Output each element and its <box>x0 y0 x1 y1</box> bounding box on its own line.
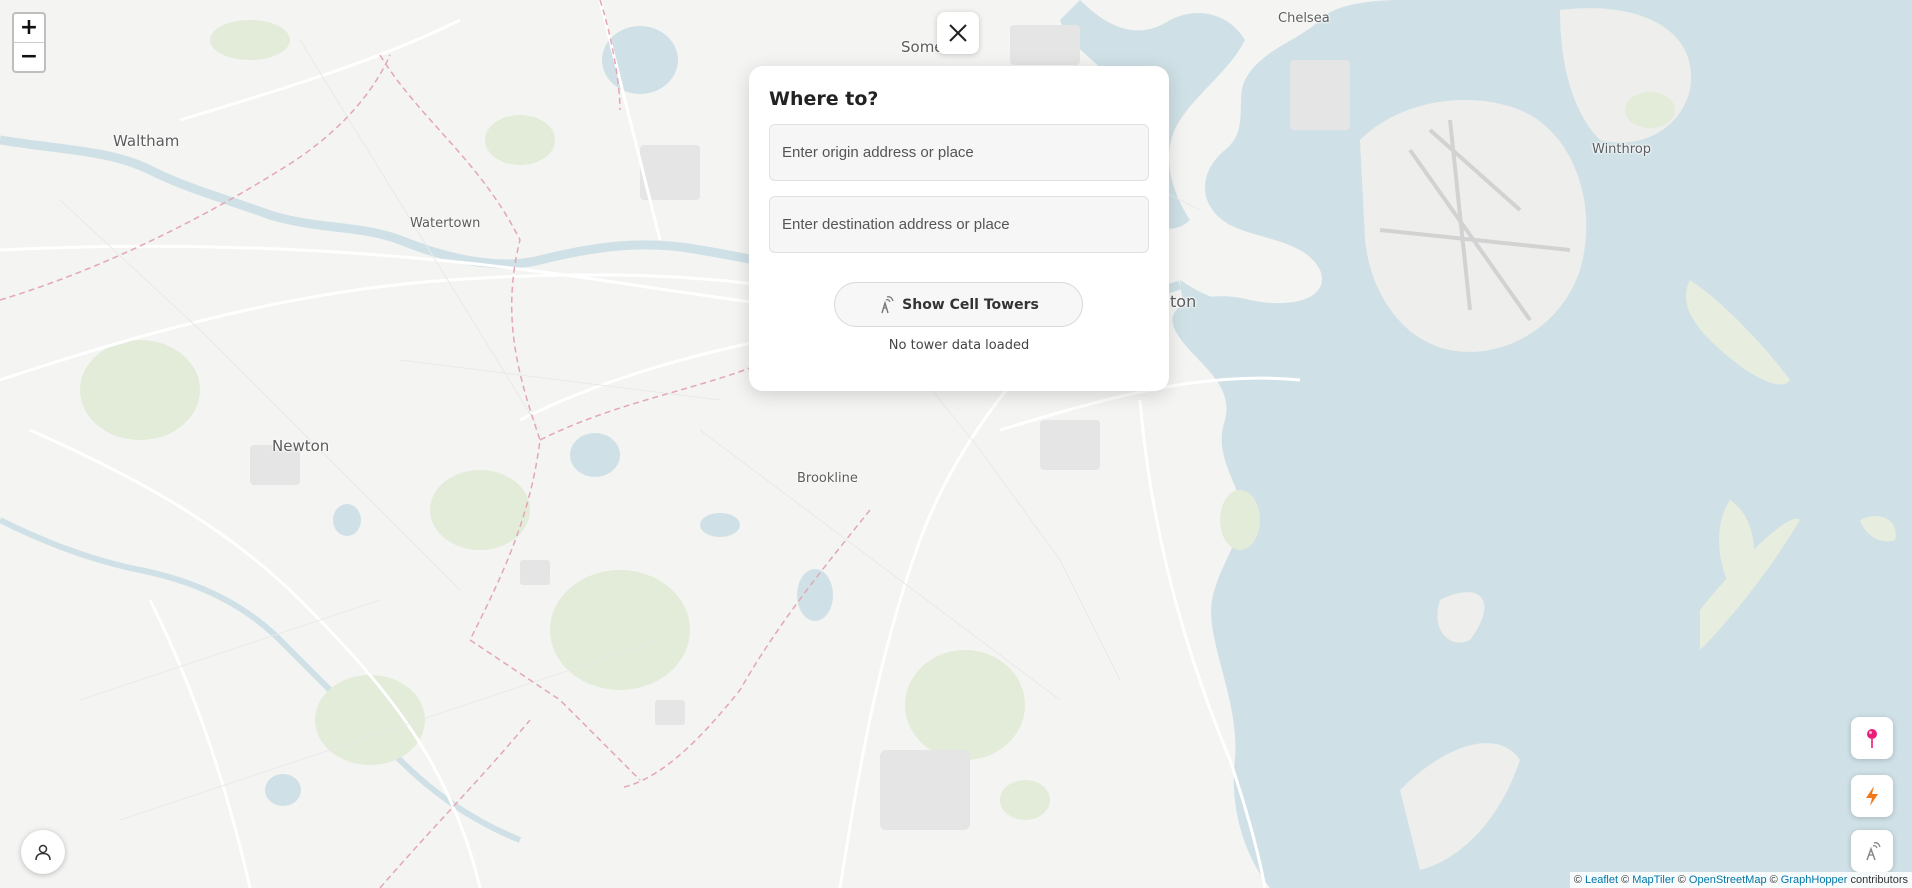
openstreetmap-link[interactable]: OpenStreetMap <box>1689 874 1767 886</box>
map-label-watertown: Watertown <box>410 216 481 231</box>
map-attribution: © Leaflet © MapTiler © OpenStreetMap © G… <box>1569 872 1912 888</box>
zoom-in-button[interactable]: + <box>14 14 44 42</box>
attribution-copy-sign: © <box>1573 874 1582 886</box>
map-label-boston: ton <box>1170 292 1197 311</box>
lightning-icon <box>1866 786 1878 806</box>
maptiler-link[interactable]: MapTiler <box>1632 874 1674 886</box>
zoom-control: + − <box>12 12 46 73</box>
pond <box>570 433 620 477</box>
cell-tower-icon <box>1866 842 1881 861</box>
attribution-copy-sign: © <box>1769 874 1778 886</box>
map-label-chelsea: Chelsea <box>1278 11 1330 26</box>
destination-input[interactable] <box>769 196 1149 253</box>
pond <box>602 26 678 94</box>
pin-button[interactable] <box>1851 717 1893 759</box>
map-label-newton: Newton <box>272 437 330 455</box>
pond <box>265 774 301 806</box>
close-icon <box>949 24 967 42</box>
show-cell-towers-label: Show Cell Towers <box>902 296 1039 313</box>
pond <box>700 513 740 537</box>
graphhopper-link[interactable]: GraphHopper <box>1781 874 1848 886</box>
user-icon <box>35 844 51 861</box>
airport-land <box>1360 100 1587 352</box>
lightning-button[interactable] <box>1851 775 1893 817</box>
close-button[interactable] <box>937 12 979 54</box>
cell-tower-icon <box>881 295 894 313</box>
pond <box>333 504 361 536</box>
origin-input[interactable] <box>769 124 1149 181</box>
pond <box>1382 427 1442 483</box>
attribution-copy-sign: © <box>1621 874 1630 886</box>
map-label-brookline: Brookline <box>797 471 858 486</box>
pond <box>797 569 833 621</box>
directions-panel: Where to? Show Cell Towers No tower data… <box>749 66 1169 391</box>
zoom-out-button[interactable]: − <box>14 42 44 71</box>
show-cell-towers-button[interactable]: Show Cell Towers <box>834 282 1083 327</box>
attribution-contributors: contributors <box>1850 874 1908 886</box>
map-pin-icon <box>1867 729 1877 748</box>
map-label-winthrop: Winthrop <box>1592 142 1652 157</box>
cell-tower-toggle-button[interactable] <box>1851 830 1893 872</box>
tower-status-text: No tower data loaded <box>888 338 1030 353</box>
profile-button[interactable] <box>21 830 65 874</box>
panel-title: Where to? <box>769 88 879 110</box>
attribution-copy-sign: © <box>1677 874 1686 886</box>
map-label-waltham: Waltham <box>113 132 180 150</box>
leaflet-link[interactable]: Leaflet <box>1585 874 1618 886</box>
